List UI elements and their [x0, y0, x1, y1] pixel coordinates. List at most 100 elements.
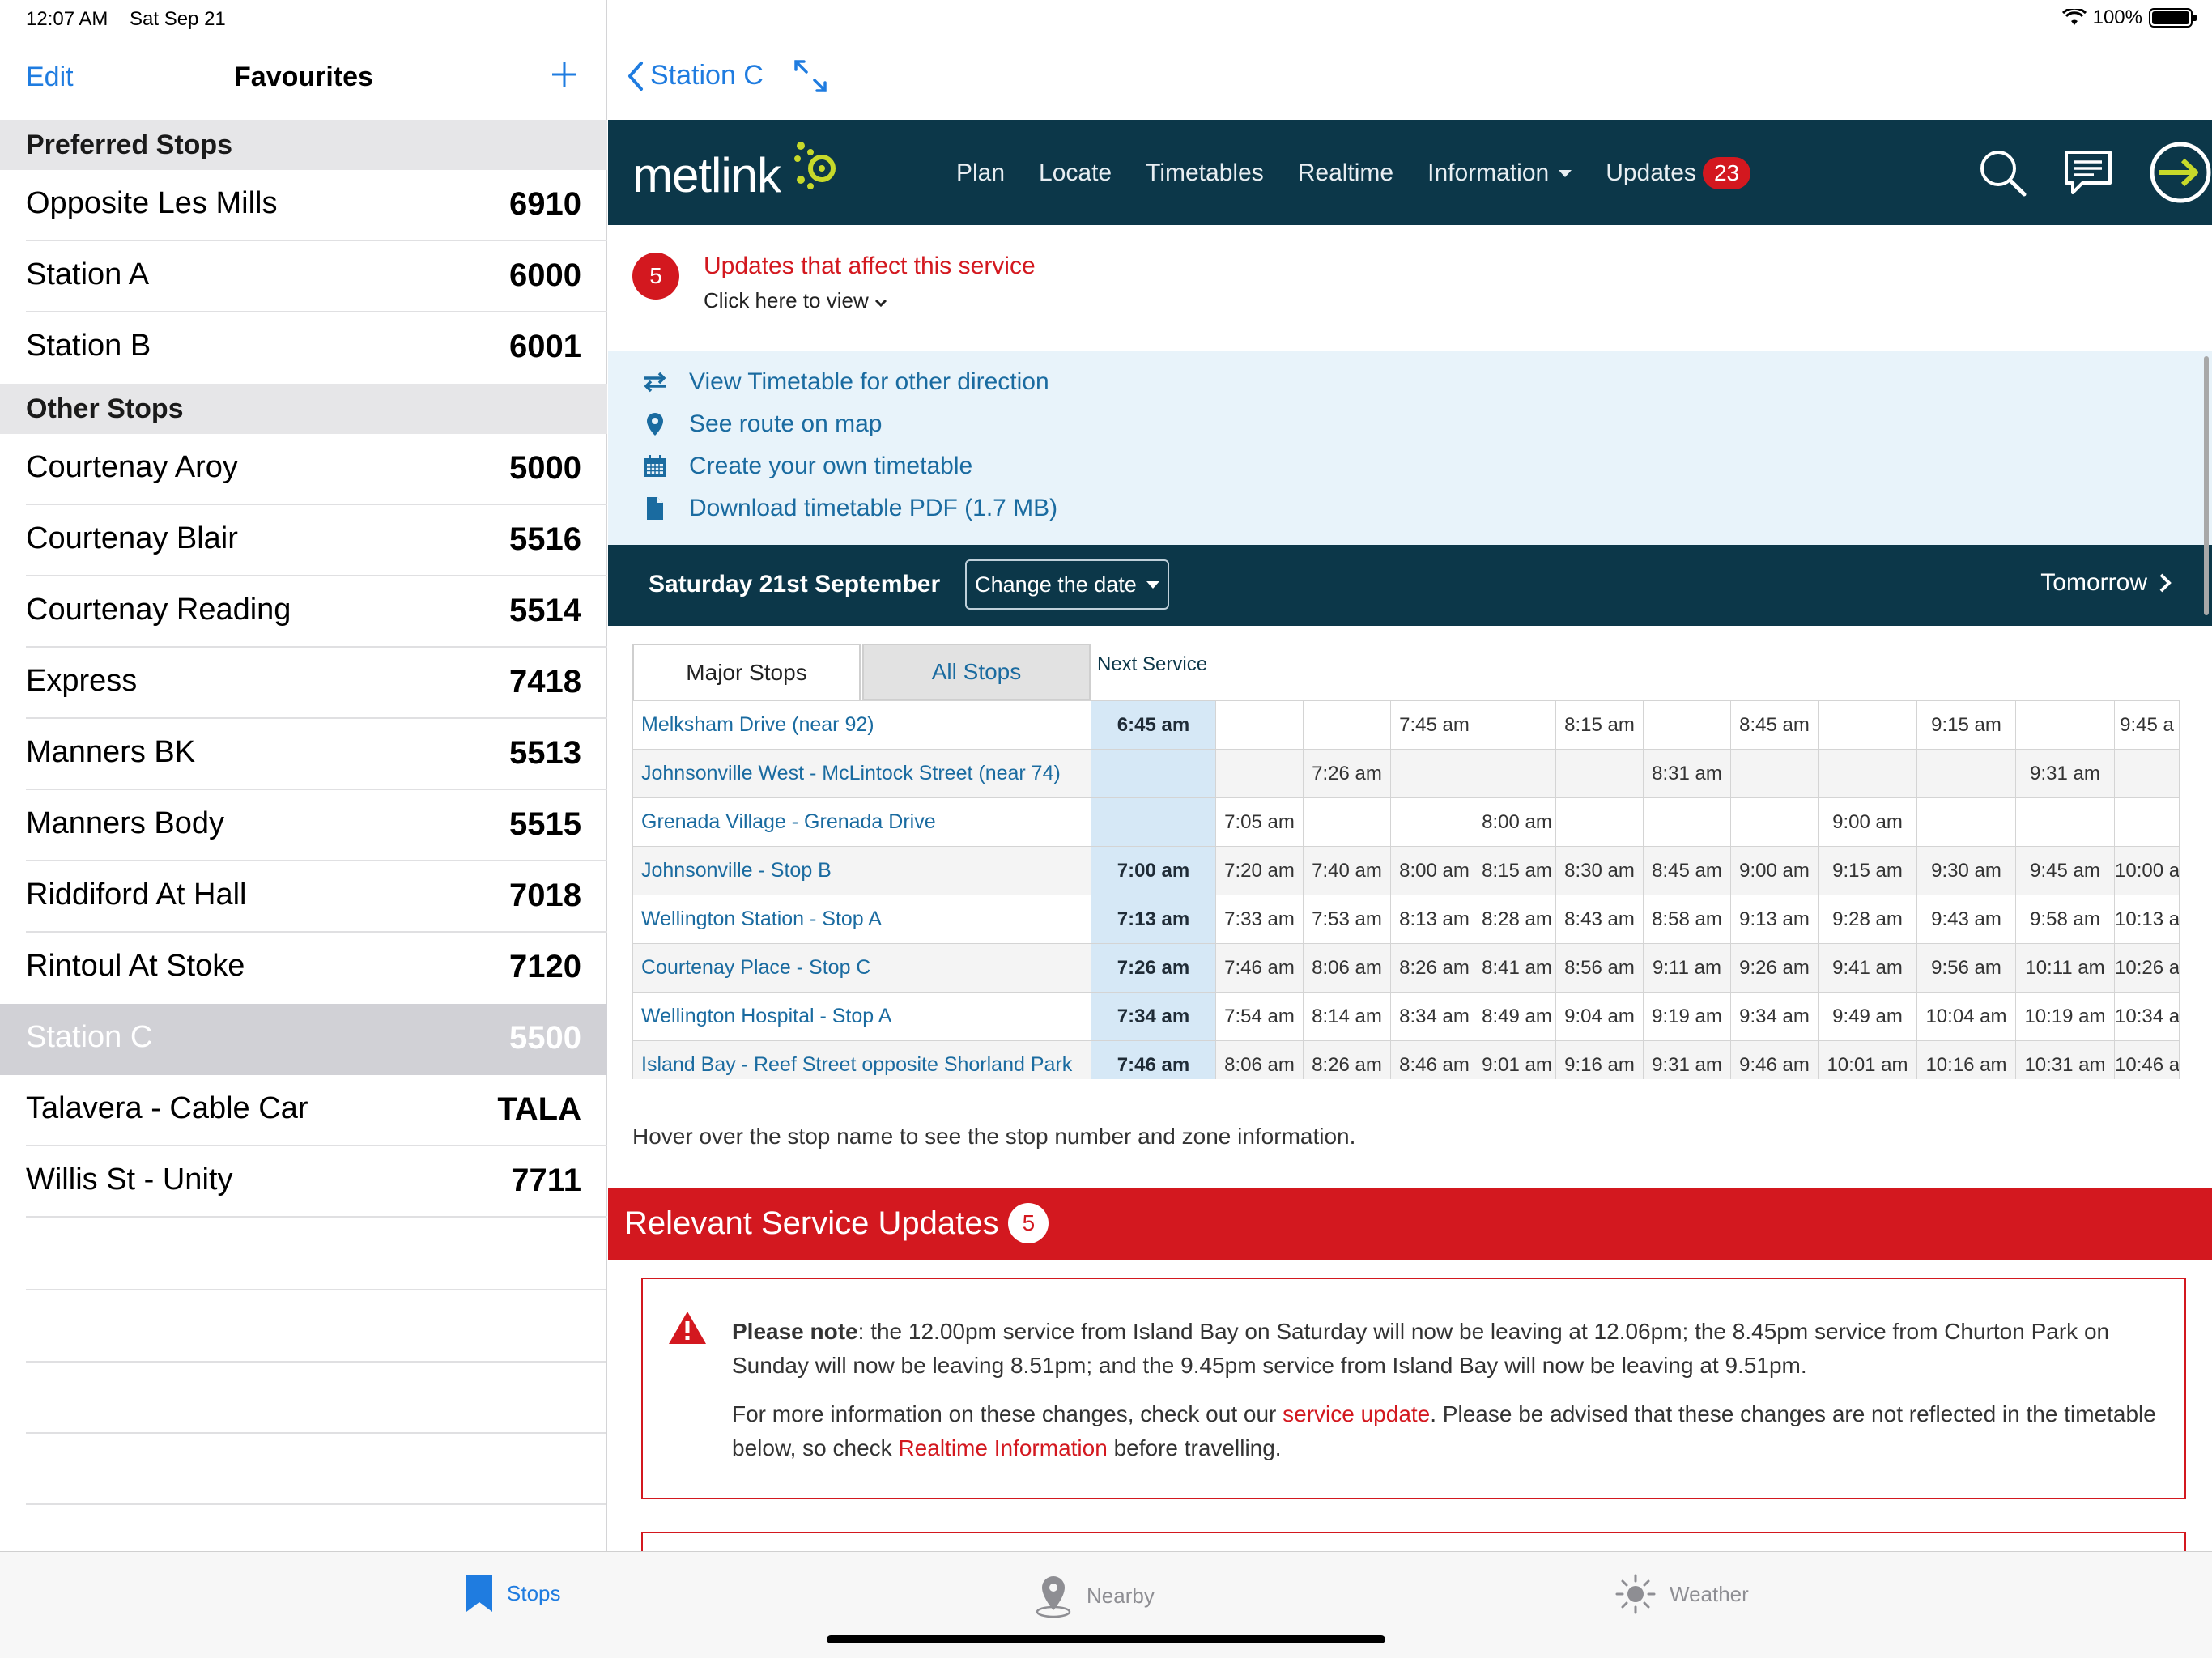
stop-row-selected[interactable]: Station C 5500: [0, 1004, 607, 1075]
stop-name-cell[interactable]: Melksham Drive (near 92): [632, 700, 1091, 750]
time-cell: 10:13 a: [2114, 895, 2180, 944]
stop-row[interactable]: Manners BK 5513: [0, 719, 607, 790]
wifi-icon: [2061, 9, 2087, 25]
nav-locate[interactable]: Locate: [1039, 157, 1112, 189]
empty-row-divider: [26, 1361, 606, 1363]
stop-name: Station C: [26, 1020, 153, 1054]
updates-click-to-view[interactable]: Click here to view: [704, 288, 887, 313]
service-updates-banner[interactable]: 5 Updates that affect this service Click…: [608, 225, 2212, 351]
stop-row[interactable]: Riddiford At Hall 7018: [0, 861, 607, 933]
empty-row-divider: [26, 1289, 606, 1290]
stop-row[interactable]: Willis St - Unity 7711: [0, 1146, 607, 1218]
feedback-icon[interactable]: [2063, 147, 2113, 198]
caret-down-icon: [1146, 580, 1159, 589]
login-icon[interactable]: [2149, 141, 2212, 204]
status-time: 12:07 AM: [26, 8, 108, 30]
metlink-header: metlink Plan Locate Timetables Realtime …: [608, 120, 2212, 225]
nav-realtime[interactable]: Realtime: [1298, 157, 1393, 189]
stop-code: 5513: [509, 735, 581, 771]
logo-text: metlink: [632, 148, 781, 202]
metlink-logo[interactable]: metlink: [632, 142, 836, 203]
timetable-row: Island Bay - Reef Street opposite Shorla…: [632, 1040, 2180, 1079]
time-cell: 9:11 am: [1643, 943, 1731, 993]
caret-down-icon: [1559, 169, 1572, 177]
nav-updates[interactable]: Updates 23: [1606, 157, 1751, 189]
time-cell: 7:46 am: [1215, 943, 1304, 993]
expand-button[interactable]: [793, 58, 828, 98]
tab-all-stops[interactable]: All Stops: [862, 644, 1091, 700]
tab-stops[interactable]: Stops: [465, 1573, 561, 1613]
time-cell: 9:45 a: [2114, 700, 2180, 750]
hover-note: Hover over the stop name to see the stop…: [632, 1124, 1356, 1149]
time-cell: 8:31 am: [1643, 749, 1731, 798]
stop-code: 6000: [509, 257, 581, 293]
stop-code: 6910: [509, 186, 581, 222]
nav-information[interactable]: Information: [1427, 157, 1572, 189]
download-pdf-link[interactable]: Download timetable PDF (1.7 MB): [640, 495, 1057, 522]
service-notice-card: Please note: the 12.00pm service from Is…: [641, 1278, 2186, 1499]
time-cell: 9:30 am: [1916, 846, 2016, 895]
other-direction-link[interactable]: View Timetable for other direction: [640, 368, 1049, 396]
stop-row[interactable]: Courtenay Blair 5516: [0, 505, 607, 576]
other-stops-header: Other Stops: [0, 384, 607, 434]
next-service-cell: 7:26 am: [1091, 943, 1216, 993]
stop-row[interactable]: Express 7418: [0, 648, 607, 719]
stop-name: Courtenay Aroy: [26, 450, 238, 484]
stop-name-cell[interactable]: Wellington Station - Stop A: [632, 895, 1091, 944]
stop-name-cell[interactable]: Johnsonville - Stop B: [632, 846, 1091, 895]
realtime-info-link[interactable]: Realtime Information: [898, 1435, 1107, 1460]
route-map-link[interactable]: See route on map: [640, 410, 883, 438]
stop-code: 5515: [509, 806, 581, 842]
back-button[interactable]: Station C: [627, 60, 764, 91]
tab-nearby[interactable]: Nearby: [1033, 1573, 1155, 1618]
service-update-link[interactable]: service update: [1283, 1401, 1430, 1426]
nav-timetables[interactable]: Timetables: [1146, 157, 1264, 189]
stop-name-cell[interactable]: Island Bay - Reef Street opposite Shorla…: [632, 1040, 1091, 1079]
change-date-button[interactable]: Change the date: [965, 559, 1169, 610]
time-cell: [2114, 797, 2180, 847]
time-cell: 8:58 am: [1643, 895, 1731, 944]
stop-row[interactable]: Courtenay Aroy 5000: [0, 434, 607, 505]
chevron-right-icon: [2159, 573, 2172, 593]
timetable-section: Major Stops All Stops Next Service Melks…: [608, 626, 2212, 1079]
time-cell: [2114, 749, 2180, 798]
status-bar: 12:07 AM Sat Sep 21 100%: [0, 0, 2212, 39]
tab-weather[interactable]: Weather: [1614, 1573, 1749, 1615]
add-stop-button[interactable]: [551, 53, 578, 96]
stop-row[interactable]: Courtenay Reading 5514: [0, 576, 607, 648]
nav-plan[interactable]: Plan: [956, 157, 1005, 189]
home-indicator[interactable]: [827, 1635, 1385, 1643]
create-timetable-link[interactable]: Create your own timetable: [640, 453, 972, 480]
time-cell: 7:53 am: [1303, 895, 1391, 944]
time-cell: 8:00 am: [1390, 846, 1478, 895]
next-service-cell: 6:45 am: [1091, 700, 1216, 750]
time-cell: 9:13 am: [1730, 895, 1819, 944]
time-cell: 10:00 a: [2114, 846, 2180, 895]
stop-row[interactable]: Rintoul At Stoke 7120: [0, 933, 607, 1004]
time-cell: [1730, 749, 1819, 798]
stop-name-cell[interactable]: Grenada Village - Grenada Drive: [632, 797, 1091, 847]
stop-row[interactable]: Station B 6001: [0, 312, 607, 384]
stop-name: Station A: [26, 257, 150, 291]
time-cell: 10:01 am: [1818, 1040, 1917, 1079]
search-icon[interactable]: [1977, 147, 2027, 198]
stop-row[interactable]: Station A 6000: [0, 241, 607, 312]
time-cell: 8:49 am: [1478, 992, 1556, 1041]
stop-name: Courtenay Blair: [26, 521, 238, 555]
time-cell: 7:45 am: [1390, 700, 1478, 750]
favourites-sidebar: Edit Favourites Preferred Stops Opposite…: [0, 0, 607, 1551]
stop-row[interactable]: Opposite Les Mills 6910: [0, 170, 607, 241]
scroll-indicator[interactable]: [2204, 356, 2209, 615]
tab-major-stops[interactable]: Major Stops: [632, 644, 861, 700]
updates-title[interactable]: Updates that affect this service: [704, 253, 1036, 280]
stop-row[interactable]: Manners Body 5515: [0, 790, 607, 861]
stop-row[interactable]: Talavera - Cable Car TALA: [0, 1075, 607, 1146]
next-service-cell: 7:46 am: [1091, 1040, 1216, 1079]
stop-name-cell[interactable]: Johnsonville West - McLintock Street (ne…: [632, 749, 1091, 798]
other-direction-label: View Timetable for other direction: [689, 368, 1049, 395]
stop-name: Station B: [26, 329, 151, 363]
tomorrow-button[interactable]: Tomorrow: [2040, 569, 2172, 597]
stop-name-cell[interactable]: Courtenay Place - Stop C: [632, 943, 1091, 993]
stop-name-cell[interactable]: Wellington Hospital - Stop A: [632, 992, 1091, 1041]
time-cell: 8:15 am: [1478, 846, 1556, 895]
